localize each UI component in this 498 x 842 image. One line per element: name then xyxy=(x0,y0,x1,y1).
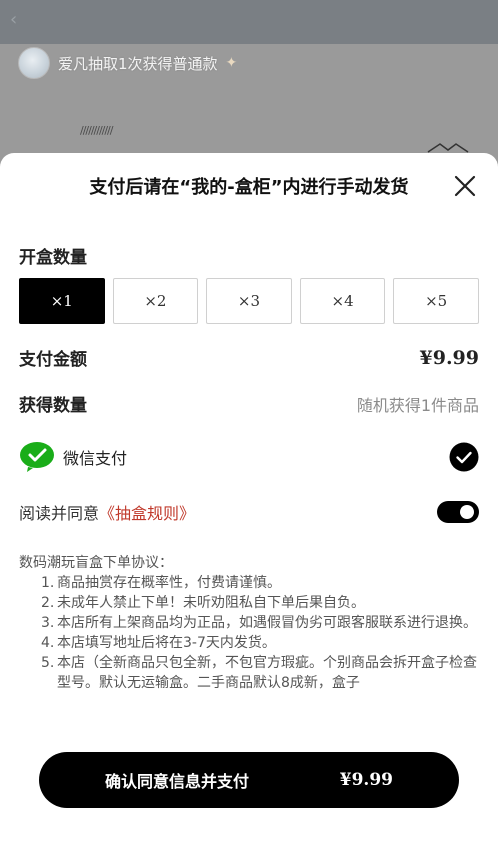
protocol-item-number: 1. xyxy=(41,575,55,591)
protocol-item-text: 本店（全新商品只包全新，不包官方瑕疵。个别商品会拆开盒子检查型号。默认无运输盒。… xyxy=(57,655,477,691)
agreement-prefix: 阅读并同意 xyxy=(19,504,100,523)
confirm-pay-price: ¥9.99 xyxy=(339,770,393,790)
confirm-pay-label: 确认同意信息并支付 xyxy=(105,772,250,791)
order-protocol: 数码潮玩盲盒下单协议： 1. 商品抽赏存在概率性，付费请谨慎。 2. 未成年人禁止下… xyxy=(19,553,479,719)
background-banner: 爱凡抽取1次获得普通款 ✦ xyxy=(18,46,237,80)
protocol-item-text: 本店填写地址后将在3-7天内发货。 xyxy=(57,635,276,651)
quantity-option-4[interactable]: ×4 xyxy=(299,278,386,324)
payment-amount-row: 支付金额 ¥9.99 xyxy=(19,345,480,371)
quantity-option-3[interactable]: ×3 xyxy=(206,278,292,324)
check-circle-icon[interactable] xyxy=(449,442,479,472)
agreement-toggle[interactable] xyxy=(437,501,479,523)
protocol-title: 数码潮玩盲盒下单协议： xyxy=(19,555,173,571)
sheet-title: 支付后请在“我的-盒柜”内进行手动发货 xyxy=(89,177,409,198)
close-icon[interactable] xyxy=(452,173,478,199)
payment-amount-label: 支付金额 xyxy=(19,350,87,370)
background-top-bar: ‹ xyxy=(0,0,498,44)
payment-method-wechat[interactable]: 微信支付 xyxy=(19,439,479,475)
confirm-pay-button[interactable]: 确认同意信息并支付 ¥9.99 xyxy=(39,752,459,808)
quantity-option-2[interactable]: ×2 xyxy=(112,278,199,324)
protocol-item: 2. 未成年人禁止下单！未听劝阻私自下单后果自负。 xyxy=(41,593,479,613)
protocol-item: 3. 本店所有上架商品均为正品，如遇假冒伪劣可跟客服联系进行退换。 xyxy=(41,613,479,633)
banner-text: 爱凡抽取1次获得普通款 xyxy=(58,54,218,73)
background-decor: //////////// xyxy=(80,124,113,137)
decor-bird-icon xyxy=(427,143,469,153)
protocol-item-text: 未成年人禁止下单！未听劝阻私自下单后果自负。 xyxy=(57,595,365,611)
protocol-item: 5. 本店（全新商品只包全新，不包官方瑕疵。个别商品会拆开盒子检查型号。默认无运输… xyxy=(41,653,479,693)
quantity-label: 开盒数量 xyxy=(19,248,87,268)
agreement-row: 阅读并同意《抽盒规则》 xyxy=(19,499,479,525)
protocol-item-number: 2. xyxy=(41,595,55,611)
obtain-quantity-label: 获得数量 xyxy=(19,396,87,416)
chevron-left-icon: ‹ xyxy=(10,9,18,30)
wechat-pay-label: 微信支付 xyxy=(63,449,128,468)
quantity-options: ×1 ×2 ×3 ×4 ×5 xyxy=(19,278,479,324)
toggle-knob xyxy=(460,505,474,519)
protocol-list: 1. 商品抽赏存在概率性，付费请谨慎。 2. 未成年人禁止下单！未听劝阻私自下单后果… xyxy=(19,573,479,693)
obtain-quantity-row: 获得数量 随机获得1件商品 xyxy=(19,391,479,417)
agreement-text: 阅读并同意《抽盒规则》 xyxy=(19,500,195,524)
rules-link[interactable]: 《抽盒规则》 xyxy=(99,504,195,523)
quantity-option-5[interactable]: ×5 xyxy=(393,278,479,324)
protocol-item-number: 3. xyxy=(41,615,55,631)
obtain-quantity-value: 随机获得1件商品 xyxy=(356,395,479,415)
payment-amount-value: ¥9.99 xyxy=(419,346,480,369)
protocol-item-text: 本店所有上架商品均为正品，如遇假冒伪劣可跟客服联系进行退换。 xyxy=(57,615,477,631)
quantity-option-1[interactable]: ×1 xyxy=(19,278,105,324)
protocol-item: 4. 本店填写地址后将在3-7天内发货。 xyxy=(41,633,479,653)
payment-sheet: 支付后请在“我的-盒柜”内进行手动发货 开盒数量 ×1 ×2 ×3 ×4 ×5 … xyxy=(0,153,498,842)
protocol-item-number: 5. xyxy=(41,655,55,671)
protocol-item-number: 4. xyxy=(41,635,55,651)
sparkle-icon: ✦ xyxy=(225,55,238,71)
protocol-item: 1. 商品抽赏存在概率性，付费请谨慎。 xyxy=(41,573,479,593)
avatar xyxy=(18,47,50,79)
protocol-item-text: 商品抽赏存在概率性，付费请谨慎。 xyxy=(57,575,281,591)
wechat-icon xyxy=(19,441,55,473)
